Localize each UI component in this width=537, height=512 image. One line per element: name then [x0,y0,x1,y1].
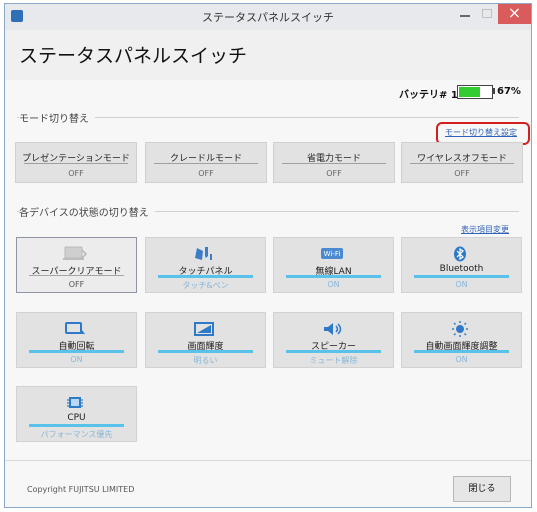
device-section-title: 各デバイスの状態の切り替え [19,204,155,219]
screen-brightness-tile[interactable]: 画面輝度 明るい [145,312,266,368]
battery-label: バッテリ# 1 [399,90,458,101]
touch-panel-icon [190,246,218,262]
minimize-button[interactable] [453,4,477,24]
mode-button-state: OFF [326,169,342,178]
cpu-tile[interactable]: CPU パフォーマンス優先 [16,386,137,442]
display-items-link[interactable]: 表示項目変更 [461,224,509,235]
mode-settings-link[interactable]: モード切り替え設定 [445,127,517,138]
mode-button-state: OFF [198,169,214,178]
wireless-lan-tile[interactable]: Wi-Fi 無線LAN ON [273,237,394,293]
tile-state: ON [70,355,83,364]
footer-divider [5,460,531,461]
battery-icon [457,85,493,99]
screen-brightness-icon [190,321,218,337]
header-area: ステータスパネルスイッチ [5,30,531,80]
auto-rotate-tile[interactable]: 自動回転 ON [16,312,137,368]
tile-status-bar [158,350,253,353]
cpu-icon [61,395,89,411]
status-panel-window: ステータスパネルスイッチ ステータスパネルスイッチ バッテリ# 1 67% モー… [4,3,532,508]
super-clear-mode-icon [61,246,89,262]
auto-rotate-icon [61,321,89,337]
tile-state: ON [455,355,468,364]
battery-percent: 67% [497,86,521,97]
tile-state: タッチ&ペン [182,281,229,290]
speaker-tile[interactable]: スピーカー ミュート解除 [273,312,394,368]
wireless-off-mode-button[interactable]: ワイヤレスオフモード OFF [401,142,523,183]
copyright-text: Copyright FUJITSU LIMITED [27,485,135,494]
mode-button-divider [154,163,258,164]
tile-state: ミュート解除 [309,356,358,365]
super-clear-mode-tile[interactable]: スーパークリアモード OFF [16,237,137,293]
tile-status-bar [414,275,509,278]
tile-status-bar [158,275,253,278]
tile-status-bar [29,424,124,427]
auto-brightness-icon [446,321,474,337]
battery-status: バッテリ# 1 67% [5,80,531,106]
tile-state: OFF [68,280,85,289]
tile-status-bar [29,350,124,353]
tile-state: ON [327,280,340,289]
maximize-button[interactable] [477,4,497,24]
presentation-mode-button[interactable]: プレゼンテーションモード OFF [15,142,137,183]
title-bar: ステータスパネルスイッチ [5,3,531,31]
tile-label: CPU [67,413,86,423]
bluetooth-tile[interactable]: Bluetooth ON [401,237,522,293]
close-window-button[interactable] [498,3,531,24]
auto-brightness-tile[interactable]: 自動画面輝度調整 ON [401,312,522,368]
tile-status-bar [286,350,381,353]
speaker-icon [318,321,346,337]
tile-label: Bluetooth [439,264,484,274]
mode-button-state: OFF [68,169,84,178]
close-button[interactable]: 閉じる [453,476,511,502]
tile-status-bar [414,350,509,353]
bluetooth-icon [446,246,474,262]
tile-state: 明るい [193,356,218,365]
cradle-mode-button[interactable]: クレードルモード OFF [145,142,267,183]
tile-status-bar [286,275,381,278]
wireless-lan-icon: Wi-Fi [318,246,346,262]
battery-cap-icon [492,88,495,94]
tile-status-bar [29,275,124,276]
mode-section-title: モード切り替え [19,110,95,125]
battery-level-fill [459,87,480,97]
page-title: ステータスパネルスイッチ [19,45,248,67]
mode-button-divider [410,163,514,164]
svg-text:Wi-Fi: Wi-Fi [324,250,341,258]
touch-panel-tile[interactable]: タッチパネル タッチ&ペン [145,237,266,293]
mode-button-state: OFF [454,169,470,178]
tile-state: パフォーマンス優先 [40,430,113,439]
mode-button-divider [24,163,128,164]
mode-button-divider [282,163,386,164]
power-saving-mode-button[interactable]: 省電力モード OFF [273,142,395,183]
tile-state: ON [455,280,468,289]
